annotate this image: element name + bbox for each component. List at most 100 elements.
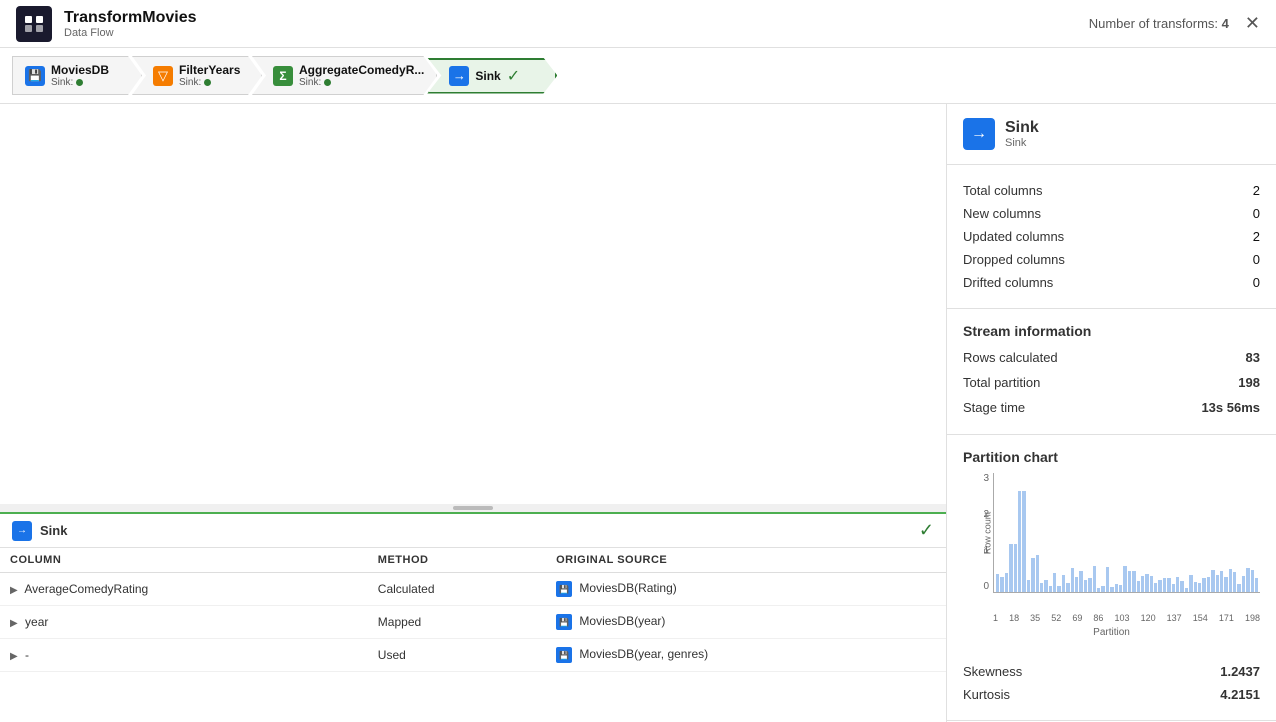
chart-bar — [1014, 544, 1017, 592]
chart-bar — [1224, 577, 1227, 592]
chart-bar — [1216, 575, 1219, 592]
skewness-value: 1.2437 — [1220, 664, 1260, 679]
scroll-thumb — [453, 506, 493, 510]
chart-bar — [1066, 583, 1069, 592]
x-axis-tick: 198 — [1245, 613, 1260, 623]
y-axis-tick: 0 — [983, 581, 989, 592]
aggregate-info: AggregateComedyR... Sink: — [299, 63, 424, 88]
table-header-row: COLUMN METHOD ORIGINAL SOURCE — [0, 548, 946, 573]
transforms-info: Number of transforms: 4 — [1089, 16, 1229, 31]
header-right: Number of transforms: 4 ✕ — [1089, 13, 1260, 34]
pipeline-step-filteryears[interactable]: ▽ FilterYears Sink: — [132, 56, 262, 95]
table-cell-method: Calculated — [368, 573, 546, 606]
pipeline-step-aggregate[interactable]: Σ AggregateComedyR... Sink: — [252, 56, 437, 95]
pipeline-bar: 💾 MoviesDB Sink: ▽ FilterYears Sink: Σ A… — [0, 48, 1276, 104]
chart-bar — [1101, 586, 1104, 592]
stream-row: Stage time 13s 56ms — [963, 395, 1260, 420]
table-cell-method: Mapped — [368, 606, 546, 639]
chart-bar — [1167, 578, 1170, 592]
chart-bar — [1255, 578, 1258, 592]
chart-bar — [1172, 584, 1175, 592]
sink-info: Sink — [475, 69, 500, 83]
chart-bar — [1237, 584, 1240, 592]
chart-bar — [1084, 580, 1087, 592]
chart-bar — [1189, 575, 1192, 592]
chart-title: Partition chart — [963, 449, 1260, 465]
chart-bar — [1251, 570, 1254, 592]
table-cell-method: Used — [368, 639, 546, 672]
right-panel-subtitle: Sink — [1005, 137, 1039, 149]
chart-bar — [1246, 568, 1249, 592]
partition-chart: 3210 Row count — [993, 473, 1260, 593]
chart-bar — [1079, 571, 1082, 592]
chart-bar — [1233, 572, 1236, 592]
chart-bar — [1027, 580, 1030, 592]
skewness-row: Skewness 1.2437 — [963, 660, 1260, 683]
stream-label: Stage time — [963, 400, 1025, 415]
stat-value: 2 — [1253, 229, 1260, 244]
chart-bar — [1132, 571, 1135, 592]
chart-bar — [1009, 544, 1012, 592]
chart-bar — [1110, 587, 1113, 592]
table-cell-column: ▶ AverageComedyRating — [0, 573, 368, 606]
chart-bar — [1005, 573, 1008, 592]
chart-bar — [1097, 588, 1100, 592]
bottom-panel-header: → Sink ✓ — [0, 514, 946, 548]
expand-arrow-icon[interactable]: ▶ — [10, 618, 18, 629]
skewness-label: Skewness — [963, 664, 1022, 679]
pipeline-step-moviesdb[interactable]: 💾 MoviesDB Sink: — [12, 56, 142, 95]
x-axis-tick: 154 — [1193, 613, 1208, 623]
col-header-column: COLUMN — [0, 548, 368, 573]
stat-label: Dropped columns — [963, 252, 1065, 267]
x-axis-tick: 35 — [1030, 613, 1040, 623]
x-axis-title: Partition — [963, 627, 1260, 638]
aggregate-icon: Σ — [273, 66, 293, 86]
stat-row: Updated columns 2 — [963, 225, 1260, 248]
bottom-panel: → Sink ✓ COLUMN METHOD ORIGINAL SOURCE ▶… — [0, 512, 946, 722]
chart-bar — [1088, 578, 1091, 592]
table-row: ▶ year Mapped 💾 MoviesDB(year) — [0, 606, 946, 639]
moviesdb-icon: 💾 — [25, 66, 45, 86]
bottom-panel-title: → Sink — [12, 521, 67, 541]
aggregate-status-dot — [324, 79, 331, 86]
chart-bar — [1202, 578, 1205, 592]
pipeline-step-sink[interactable]: → Sink ✓ — [427, 58, 557, 94]
chart-bar — [1163, 578, 1166, 592]
chart-bar — [1180, 581, 1183, 592]
expand-arrow-icon[interactable]: ▶ — [10, 651, 18, 662]
expand-arrow-icon[interactable]: ▶ — [10, 585, 18, 596]
chart-bar — [1062, 575, 1065, 592]
chart-bar — [1053, 573, 1056, 592]
chart-bar — [1071, 568, 1074, 592]
chart-bar — [1075, 577, 1078, 592]
right-panel-title: Sink — [1005, 119, 1039, 137]
kurtosis-label: Kurtosis — [963, 687, 1010, 702]
stat-value: 0 — [1253, 252, 1260, 267]
chart-bar — [1031, 558, 1034, 592]
table-cell-source: 💾 MoviesDB(year, genres) — [546, 639, 946, 672]
close-button[interactable]: ✕ — [1245, 13, 1260, 34]
chart-bar — [1093, 566, 1096, 592]
bottom-panel-check: ✓ — [919, 520, 934, 541]
sink-small-icon: → — [12, 521, 32, 541]
stream-section-title: Stream information — [947, 309, 1276, 345]
scroll-indicator[interactable] — [0, 504, 946, 512]
chart-bar — [1036, 555, 1039, 592]
skew-kurt-section: Skewness 1.2437 Kurtosis 4.2151 — [947, 652, 1276, 721]
x-axis-tick: 103 — [1114, 613, 1129, 623]
table-cell-source: 💾 MoviesDB(Rating) — [546, 573, 946, 606]
app-subtitle: Data Flow — [64, 27, 196, 39]
chart-bar — [1154, 583, 1157, 592]
chart-section: Partition chart 3210 Row count 118355269… — [947, 435, 1276, 652]
filteryears-status-dot — [204, 79, 211, 86]
x-axis-tick: 52 — [1051, 613, 1061, 623]
table-cell-column: ▶ year — [0, 606, 368, 639]
app-icon — [16, 6, 52, 42]
stream-row: Total partition 198 — [963, 370, 1260, 395]
table-cell-column: ▶ - — [0, 639, 368, 672]
x-axis-tick: 120 — [1141, 613, 1156, 623]
table-cell-source: 💾 MoviesDB(year) — [546, 606, 946, 639]
chart-bar — [1198, 583, 1201, 592]
stat-value: 0 — [1253, 206, 1260, 221]
chart-bar — [1044, 580, 1047, 592]
